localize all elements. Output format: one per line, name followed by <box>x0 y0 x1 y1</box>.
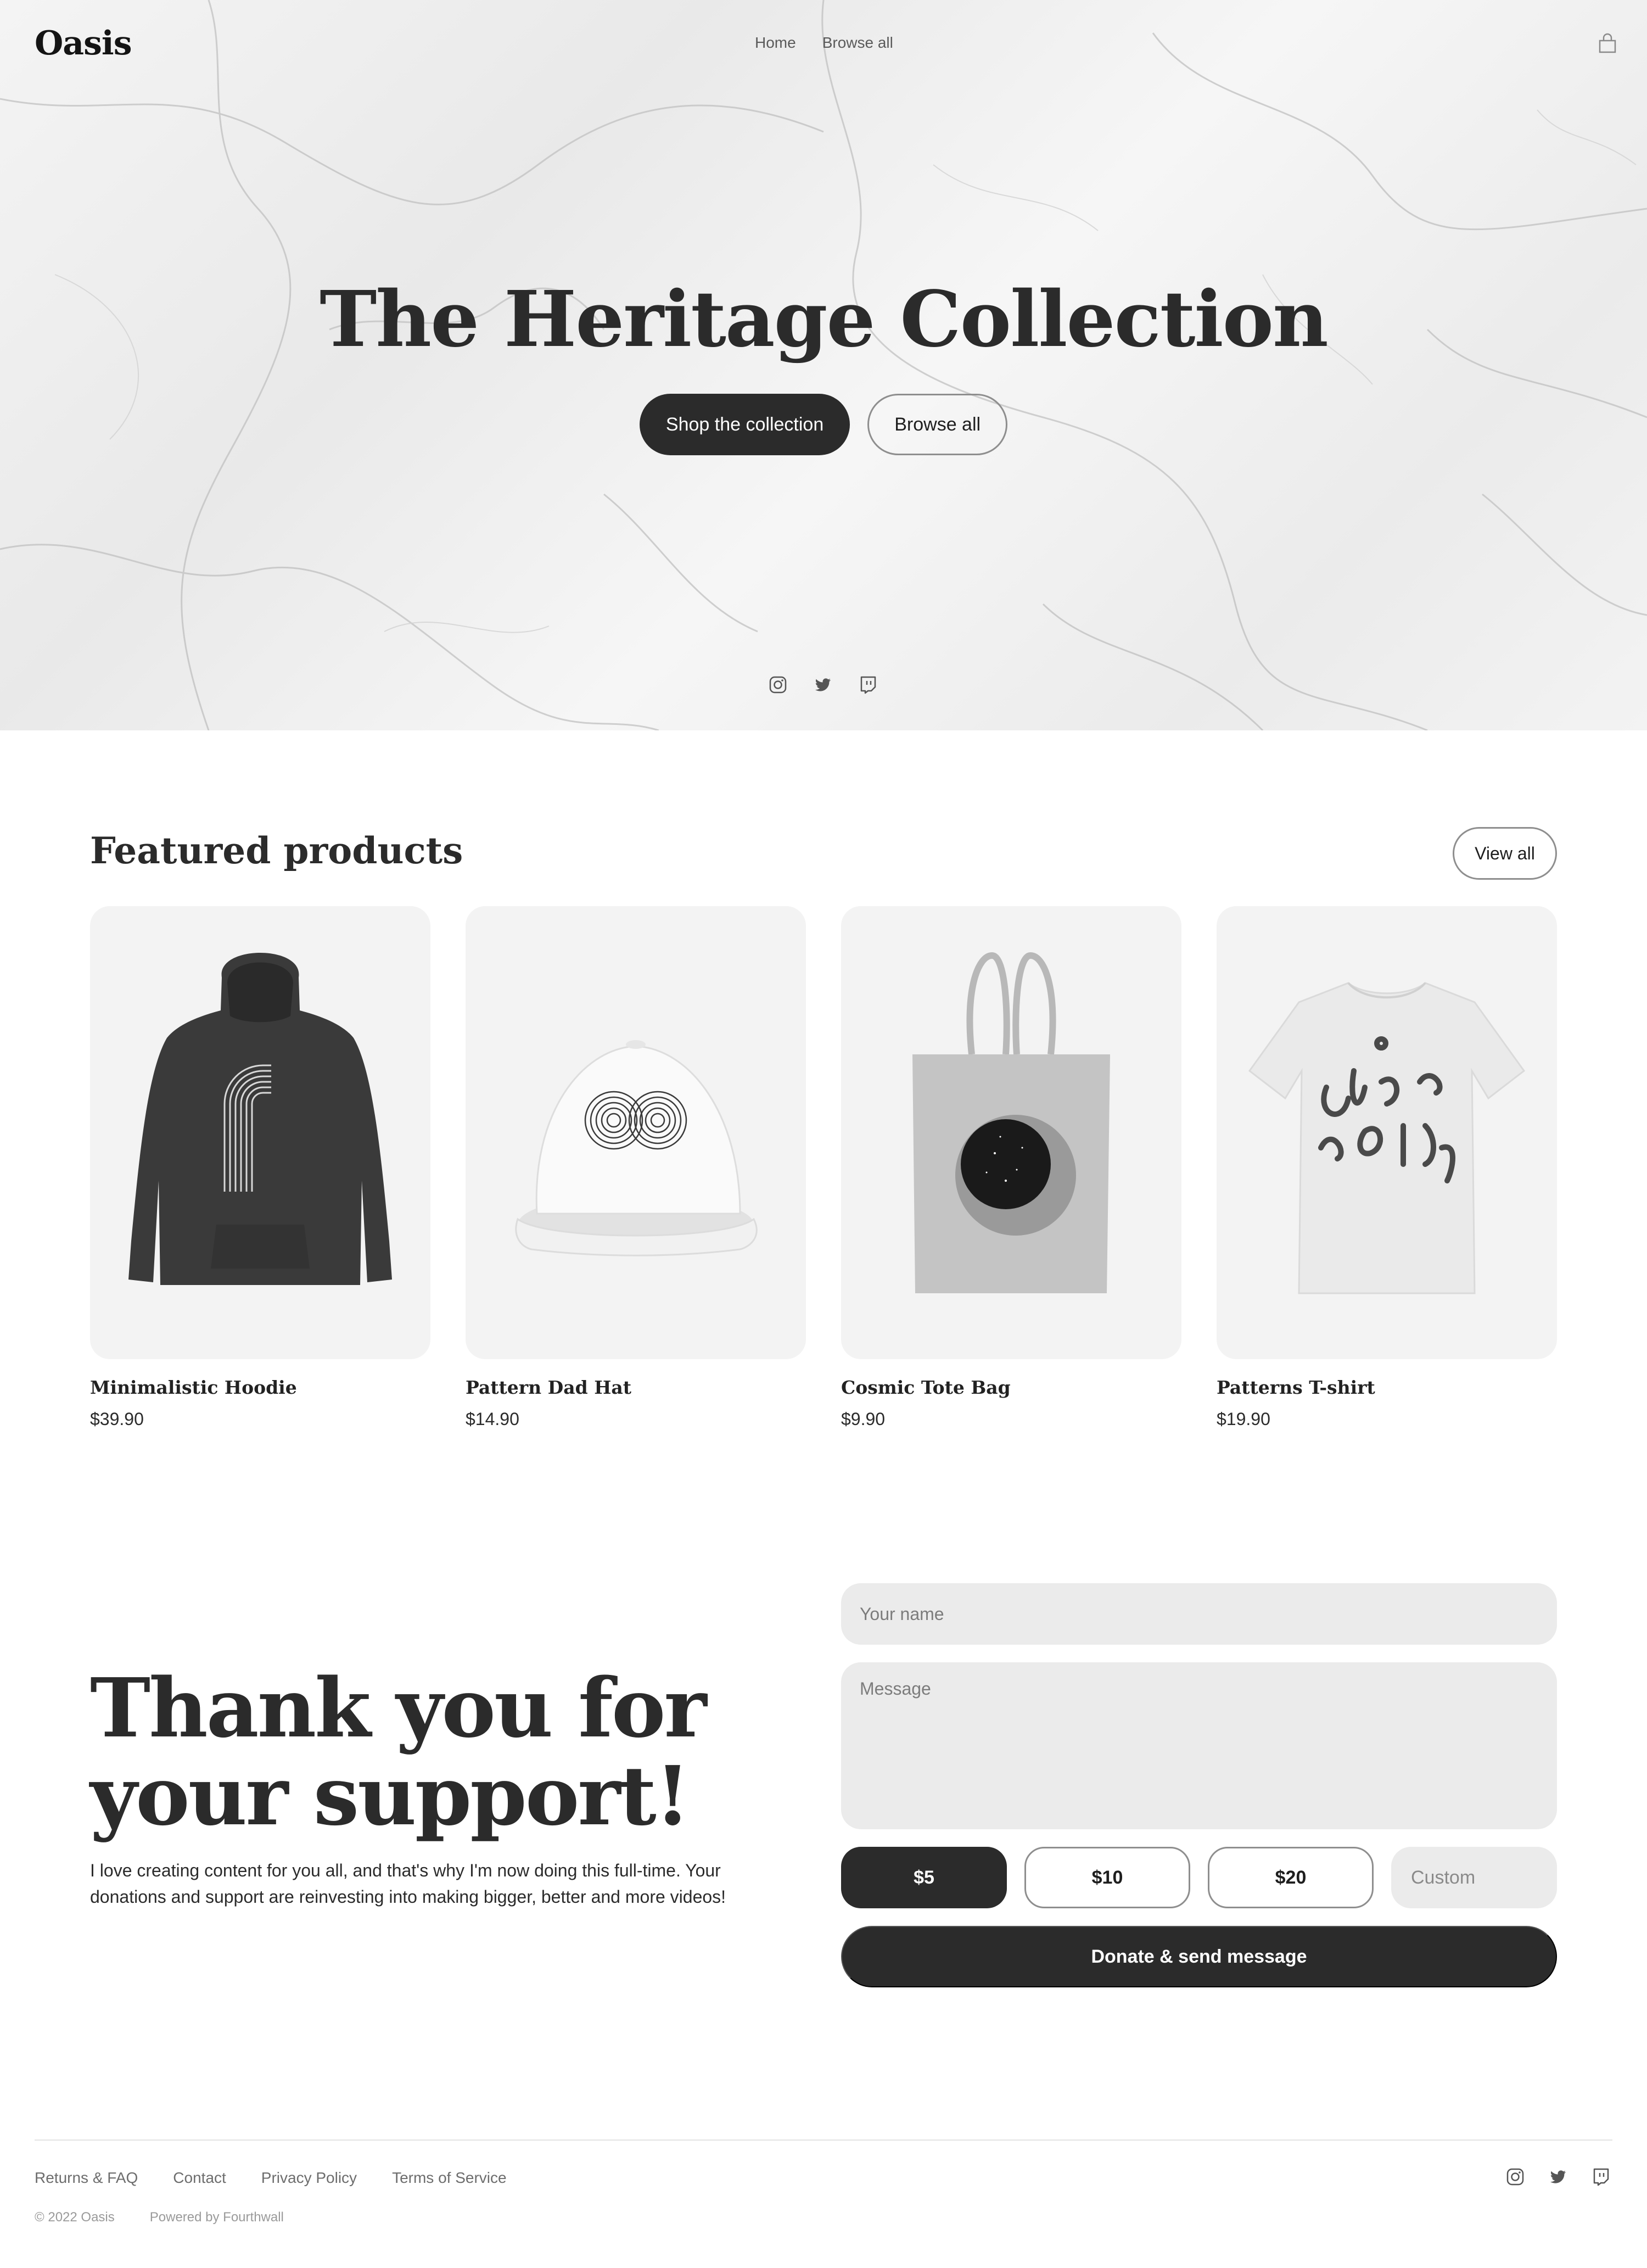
product-card[interactable]: Minimalistic Hoodie $39.90 <box>90 906 430 1429</box>
browse-all-button[interactable]: Browse all <box>867 394 1008 455</box>
instagram-icon[interactable] <box>769 675 787 694</box>
product-price: $39.90 <box>90 1409 144 1429</box>
product-card[interactable]: Patterns T-shirt $19.90 <box>1217 906 1557 1429</box>
nav-home-link[interactable]: Home <box>755 34 796 52</box>
hero-actions: Shop the collection Browse all <box>0 394 1647 455</box>
message-textarea[interactable]: Message <box>841 1662 1557 1829</box>
support-description: I love creating content for you all, and… <box>90 1861 726 1907</box>
footer-social-links <box>1506 2168 1610 2186</box>
product-name[interactable]: Cosmic Tote Bag <box>841 1377 1181 1398</box>
twitch-icon[interactable] <box>1592 2168 1610 2186</box>
hero-title: The Heritage Collection <box>320 275 1329 365</box>
product-name[interactable]: Pattern Dad Hat <box>466 1377 806 1398</box>
amount-10-button[interactable]: $10 <box>1024 1847 1190 1908</box>
hero-banner: Oasis Home Browse all The Heritage Colle… <box>0 0 1647 730</box>
site-logo[interactable]: Oasis <box>35 24 132 63</box>
product-grid: Minimalistic Hoodie $39.90 Pattern Dad H… <box>90 906 1557 1429</box>
footer-link-privacy[interactable]: Privacy Policy <box>261 2169 357 2187</box>
hero-social-links <box>769 675 877 694</box>
shop-collection-button[interactable]: Shop the collection <box>639 394 850 455</box>
amount-20-button[interactable]: $20 <box>1208 1847 1374 1908</box>
product-price: $9.90 <box>841 1409 886 1429</box>
product-price: $19.90 <box>1217 1409 1270 1429</box>
product-image-tote[interactable] <box>841 906 1181 1359</box>
donate-send-button[interactable]: Donate & send message <box>841 1926 1557 1987</box>
product-card[interactable]: Cosmic Tote Bag $9.90 <box>841 906 1181 1429</box>
main-nav: Home Browse all <box>755 34 893 52</box>
twitter-icon[interactable] <box>814 675 832 694</box>
support-heading: Thank you for your support! <box>90 1660 707 1844</box>
footer-divider <box>35 2139 1612 2141</box>
footer-link-returns[interactable]: Returns & FAQ <box>35 2169 138 2187</box>
marble-texture <box>0 0 1647 730</box>
name-input[interactable]: Your name <box>841 1583 1557 1645</box>
copyright: © 2022 Oasis <box>35 2210 115 2225</box>
product-name[interactable]: Minimalistic Hoodie <box>90 1377 430 1398</box>
twitch-icon[interactable] <box>859 675 877 694</box>
donation-amounts: $5 $10 $20 Custom <box>841 1847 1557 1908</box>
powered-by-link[interactable]: Powered by Fourthwall <box>150 2210 284 2225</box>
featured-products-title: Featured products <box>90 829 463 872</box>
product-price: $14.90 <box>466 1409 519 1429</box>
instagram-icon[interactable] <box>1506 2168 1525 2186</box>
twitter-icon[interactable] <box>1549 2168 1567 2186</box>
footer-meta: © 2022 Oasis Powered by Fourthwall <box>35 2210 284 2225</box>
product-image-tshirt[interactable] <box>1217 906 1557 1359</box>
amount-5-button[interactable]: $5 <box>841 1847 1007 1908</box>
shopping-bag-icon[interactable] <box>1598 33 1617 54</box>
footer-link-contact[interactable]: Contact <box>173 2169 226 2187</box>
product-card[interactable]: Pattern Dad Hat $14.90 <box>466 906 806 1429</box>
product-image-cap[interactable] <box>466 906 806 1359</box>
footer-links: Returns & FAQ Contact Privacy Policy Ter… <box>35 2169 507 2187</box>
product-image-hoodie[interactable] <box>90 906 430 1359</box>
custom-amount-input[interactable]: Custom <box>1391 1847 1557 1908</box>
nav-browse-all-link[interactable]: Browse all <box>822 34 893 52</box>
footer-link-terms[interactable]: Terms of Service <box>392 2169 507 2187</box>
product-name[interactable]: Patterns T-shirt <box>1217 1377 1557 1398</box>
view-all-button[interactable]: View all <box>1453 827 1557 880</box>
